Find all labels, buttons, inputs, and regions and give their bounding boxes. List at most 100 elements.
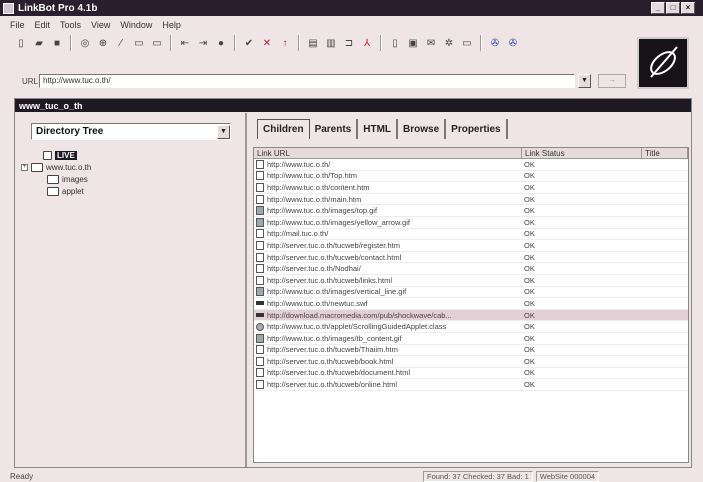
cancel-icon[interactable]: ✕ — [260, 36, 274, 50]
cell-status: OK — [524, 217, 535, 227]
refresh-icon[interactable]: ◎ — [78, 36, 92, 50]
folder-icon — [47, 174, 59, 184]
table-row[interactable]: http://www.tuc.o.th/newtuc.swf OK — [254, 298, 688, 310]
tab-parents[interactable]: Parents — [310, 119, 359, 139]
table-row[interactable]: http://www.tuc.o.th/OK — [254, 159, 688, 171]
table-row[interactable]: http://download.macromedia.com/pub/shock… — [254, 309, 688, 322]
page-icon — [256, 194, 264, 204]
chevron-down-icon[interactable]: ▼ — [217, 124, 230, 139]
table-header: Link URL Link Status Title — [254, 148, 688, 159]
up-arrow-icon[interactable]: ↑ — [278, 36, 292, 50]
url-text: http://www.tuc.o.th/images/vertical_line… — [267, 287, 407, 297]
menu-bar: File Edit Tools View Window Help — [0, 18, 181, 32]
table-row[interactable]: http://www.tuc.o.th/Top.htm OK — [254, 171, 688, 183]
url-text: http://www.tuc.o.th/images/top.gif — [267, 206, 378, 216]
chart-icon[interactable]: ▥ — [324, 36, 338, 50]
image-file-icon — [256, 217, 264, 227]
window-icon[interactable]: ▭ — [460, 36, 474, 50]
globe-icon[interactable]: ⊕ — [96, 36, 110, 50]
folder-icon — [43, 150, 52, 160]
table-row[interactable]: http://www.tuc.o.th/images/tb_content.gi… — [254, 333, 688, 345]
table-row[interactable]: http://www.tuc.o.th/content.htm OK — [254, 182, 688, 194]
table-row[interactable]: http://server.tuc.o.th/tucweb/contact.ht… — [254, 252, 688, 264]
acrobat-icon[interactable]: ⅄ — [360, 36, 374, 50]
table-row[interactable]: http://www.tuc.o.th/images/top.gif OK — [254, 205, 688, 217]
network-icon[interactable]: ✲ — [442, 36, 456, 50]
menu-edit[interactable]: Edit — [35, 20, 51, 30]
paste-icon[interactable]: ▭ — [150, 36, 164, 50]
table-row[interactable]: http://server.tuc.o.th/tucweb/register.h… — [254, 240, 688, 252]
tree-node-images[interactable]: images — [21, 173, 241, 185]
menu-window[interactable]: Window — [120, 20, 152, 30]
cell-url: http://www.tuc.o.th/images/vertical_line… — [254, 287, 522, 297]
view-select[interactable]: Directory Tree ▼ — [31, 123, 231, 140]
table-row[interactable]: http://server.tuc.o.th/tucweb/book.html O… — [254, 356, 688, 368]
table-row[interactable]: http://www.tuc.o.th/images/vertical_line… — [254, 287, 688, 299]
cell-status: OK — [524, 333, 535, 343]
linkbot-logo — [637, 37, 689, 89]
options-icon[interactable]: ✇ — [506, 36, 520, 50]
image-icon[interactable]: ▣ — [406, 36, 420, 50]
url-input[interactable]: http://www.tuc.o.th/ — [39, 74, 575, 88]
cell-url: http://server.tuc.o.th/tucweb/register.h… — [254, 240, 522, 250]
url-dropdown-button[interactable]: ▼ — [578, 74, 591, 88]
frame-icon[interactable]: ⊐ — [342, 36, 356, 50]
column-header-title[interactable]: Title — [642, 148, 688, 158]
table-row[interactable]: http://server.tuc.o.th/tucweb/links.html… — [254, 275, 688, 287]
minimize-button[interactable]: _ — [651, 2, 665, 14]
logo-graphic — [650, 46, 678, 78]
window-title: LinkBot Pro 4.1b — [18, 2, 98, 14]
menu-file[interactable]: File — [10, 20, 25, 30]
page-icon[interactable]: ▯ — [388, 36, 402, 50]
report-icon[interactable]: ▤ — [306, 36, 320, 50]
url-text: http://download.macromedia.com/pub/shock… — [267, 310, 452, 320]
tree-node-root[interactable]: LIVE — [21, 149, 241, 161]
tree-node-applet[interactable]: applet — [21, 185, 241, 197]
back-arrow-icon[interactable]: ⇤ — [178, 36, 192, 50]
cell-url: http://server.tuc.o.th/tucweb/document.h… — [254, 368, 522, 378]
check-icon[interactable]: ✔ — [242, 36, 256, 50]
table-row[interactable]: http://server.tuc.o.th/tucweb/online.htm… — [254, 379, 688, 391]
menu-view[interactable]: View — [91, 20, 110, 30]
expand-icon[interactable]: + — [21, 163, 28, 171]
table-row[interactable]: http://www.tuc.o.th/images/yellow_arrow.… — [254, 217, 688, 229]
menu-help[interactable]: Help — [162, 20, 181, 30]
save-icon[interactable]: ■ — [50, 36, 64, 50]
page-icon — [256, 159, 264, 169]
table-row[interactable]: http://mail.tuc.o.th/OK — [254, 229, 688, 241]
table-row[interactable]: http://www.tuc.o.th/main.htm OK — [254, 194, 688, 206]
table-row[interactable]: http://server.tuc.o.th/Nodhai/OK — [254, 263, 688, 275]
toolbar-separator — [380, 35, 382, 51]
tree-node-site[interactable]: + www.tuc.o.th — [21, 161, 241, 173]
menu-tools[interactable]: Tools — [60, 20, 81, 30]
folder-icon — [31, 162, 43, 172]
tab-children[interactable]: Children — [257, 119, 310, 139]
edit-icon[interactable]: ∕ — [114, 36, 128, 50]
table-row[interactable]: http://www.tuc.o.th/applet/ScrollingGuid… — [254, 321, 688, 333]
go-button[interactable]: → — [598, 74, 626, 88]
open-folder-icon[interactable]: ▰ — [32, 36, 46, 50]
tab-html[interactable]: HTML — [358, 119, 399, 139]
mail-icon[interactable]: ✉ — [424, 36, 438, 50]
cell-status: OK — [524, 287, 535, 297]
close-button[interactable]: × — [681, 2, 695, 14]
tab-properties[interactable]: Properties — [446, 119, 508, 139]
page-icon — [256, 275, 264, 285]
tab-browse[interactable]: Browse — [398, 119, 447, 139]
new-file-icon[interactable]: ▯ — [14, 36, 28, 50]
forward-arrow-icon[interactable]: ⇥ — [196, 36, 210, 50]
copy-icon[interactable]: ▭ — [132, 36, 146, 50]
cell-url: http://server.tuc.o.th/tucweb/book.html — [254, 356, 522, 366]
url-text: http://www.tuc.o.th/images/tb_content.gi… — [267, 333, 402, 343]
table-row[interactable]: http://server.tuc.o.th/tucweb/Thaiim.htm… — [254, 345, 688, 357]
column-header-url[interactable]: Link URL — [254, 148, 522, 158]
url-text: http://server.tuc.o.th/tucweb/links.html — [267, 275, 393, 285]
status-text: Ready — [10, 471, 34, 481]
table-row[interactable]: http://server.tuc.o.th/tucweb/document.h… — [254, 368, 688, 380]
cell-status: OK — [524, 182, 535, 192]
stop-icon[interactable]: ● — [214, 36, 228, 50]
column-header-status[interactable]: Link Status — [522, 148, 642, 158]
settings-icon[interactable]: ✇ — [488, 36, 502, 50]
maximize-button[interactable]: □ — [666, 2, 680, 14]
url-text: http://server.tuc.o.th/tucweb/book.html — [267, 356, 394, 366]
